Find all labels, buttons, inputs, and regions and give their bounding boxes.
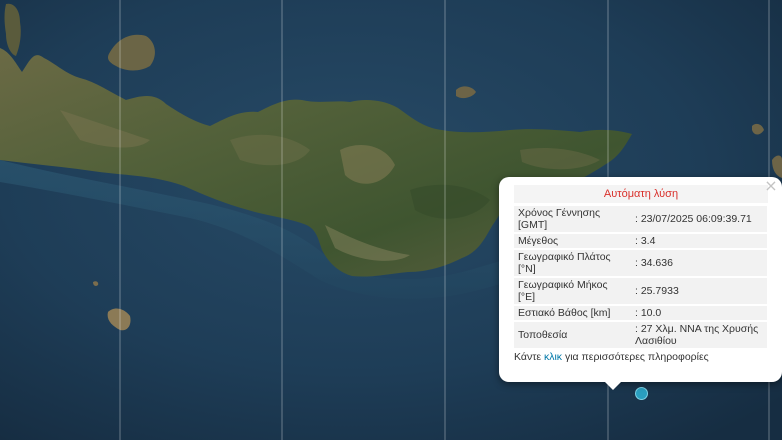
earthquake-details-table: Χρόνος Γέννησης [GMT] : 23/07/2025 06:09… (514, 204, 767, 350)
earthquake-info-popup: × Αυτόματη λύση Χρόνος Γέννησης [GMT] : … (499, 177, 782, 390)
table-row: Χρόνος Γέννησης [GMT] : 23/07/2025 06:09… (514, 206, 767, 232)
depth-value: : 10.0 (629, 306, 767, 320)
longitude-value: : 25.7933 (629, 278, 767, 304)
earthquake-marker[interactable] (635, 387, 648, 400)
close-icon[interactable]: × (764, 178, 778, 194)
table-row: Τοποθεσία : 27 Χλμ. ΝΝΑ της Χρυσής Λασιθ… (514, 322, 767, 348)
longitude-label: Γεωγραφικό Μήκος [°E] (514, 278, 629, 304)
table-row: Εστιακό Βάθος [km] : 10.0 (514, 306, 767, 320)
magnitude-label: Μέγεθος (514, 234, 629, 248)
location-label: Τοποθεσία (514, 322, 629, 348)
footer-suffix: για περισσότερες πληροφορίες (562, 351, 709, 363)
magnitude-value: : 3.4 (629, 234, 767, 248)
table-row: Μέγεθος : 3.4 (514, 234, 767, 248)
origin-time-value: : 23/07/2025 06:09:39.71 (629, 206, 767, 232)
footer-prefix: Κάντε (514, 351, 544, 363)
latitude-value: : 34.636 (629, 250, 767, 276)
popup-title: Αυτόματη λύση (514, 185, 768, 203)
depth-label: Εστιακό Βάθος [km] (514, 306, 629, 320)
origin-time-label: Χρόνος Γέννησης [GMT] (514, 206, 629, 232)
latitude-label: Γεωγραφικό Πλάτος [°N] (514, 250, 629, 276)
table-row: Γεωγραφικό Πλάτος [°N] : 34.636 (514, 250, 767, 276)
popup-footer: Κάντε κλικ για περισσότερες πληροφορίες (514, 351, 768, 363)
more-info-link[interactable]: κλικ (544, 351, 562, 363)
table-row: Γεωγραφικό Μήκος [°E] : 25.7933 (514, 278, 767, 304)
popup-tip (605, 382, 621, 390)
location-value: : 27 Χλμ. ΝΝΑ της Χρυσής Λασιθίου (629, 322, 767, 348)
